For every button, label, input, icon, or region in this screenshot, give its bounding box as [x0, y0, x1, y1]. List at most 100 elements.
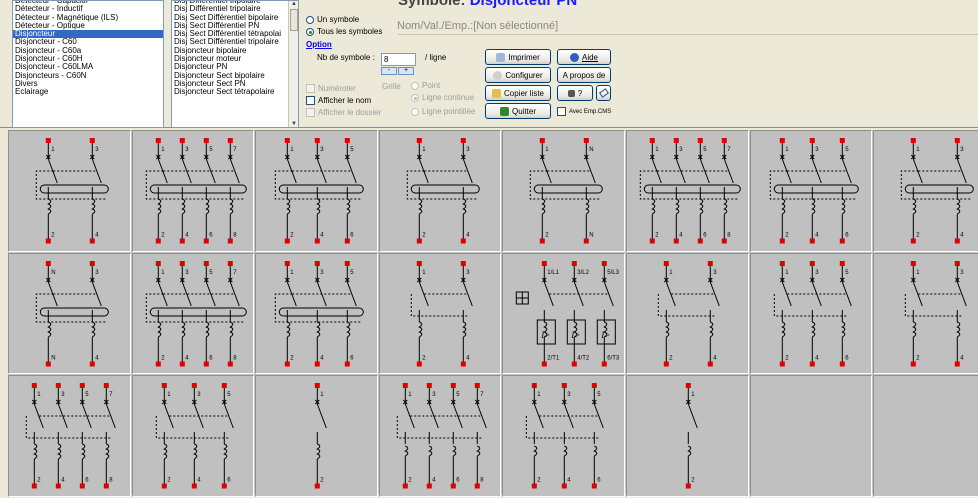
category-item[interactable]: Disjoncteur — [13, 30, 163, 39]
symbol-cell[interactable]: 1 2 3 4 — [8, 130, 131, 252]
symbol-cell[interactable]: N N 3 4 — [8, 252, 131, 374]
category-item[interactable]: Détecteur - Inductif — [13, 5, 163, 13]
check-numeroter[interactable]: Numéroter — [306, 84, 356, 93]
scroll-thumb[interactable] — [290, 9, 298, 31]
radio-ligne-continue[interactable]: Ligne continue — [411, 93, 474, 102]
symbol-type-item[interactable]: Disj Sect Différentiel tétrapolai — [172, 30, 298, 38]
breaker-symbol: 1 2 3 4 5 6 7 8 — [25, 383, 116, 489]
terminal-label: 6 — [350, 232, 354, 238]
symbol-cell[interactable]: 1 2 3 4 — [378, 252, 502, 374]
category-item[interactable]: Disjoncteur - C60a — [13, 47, 163, 55]
category-listbox[interactable]: Détecteur - Capacitif Détecteur - Inducti… — [12, 0, 164, 128]
configurer-button[interactable]: Configurer — [485, 67, 551, 83]
terminal-label: 2 — [408, 477, 412, 483]
terminal-label: 1 — [422, 270, 426, 276]
scroll-down-icon[interactable]: ▼ — [290, 121, 298, 127]
terminal-label: 1 — [916, 270, 920, 276]
terminal-label: 1 — [691, 392, 695, 398]
symbol-type-item[interactable]: Disjoncteur bipolaire — [172, 47, 298, 55]
symbol-cell[interactable]: 1 2 3 4 — [873, 130, 978, 252]
terminal-label: 1 — [538, 392, 542, 398]
symbol-type-listbox[interactable]: Disj Différentiel tripolaire Disj Différe… — [171, 0, 299, 128]
symbol-cell[interactable]: 1/L1 2/T1 3/L2 4/T2 5/L3 6/T3 I> I> I> — [502, 252, 625, 374]
terminal-label: 5 — [85, 392, 89, 398]
category-item[interactable]: Disjoncteur - C60H — [13, 55, 163, 63]
radio-icon — [306, 27, 314, 36]
symbol-type-item[interactable]: Disjoncteur Sect PN — [172, 80, 298, 88]
checkbox-icon — [306, 84, 315, 93]
symbol-cell[interactable]: 1 2 3 4 5 6 — [255, 252, 378, 374]
terminal-label: 8 — [233, 355, 237, 361]
symbol-cell[interactable]: 12 — [255, 375, 378, 497]
terminal-label: 2 — [37, 477, 41, 483]
symbol-cell[interactable]: 1 2 3 4 5 6 7 8 — [626, 130, 749, 252]
terminal-label: 6 — [209, 355, 213, 361]
terminal-label: 2 — [290, 355, 294, 361]
symbol-cell[interactable]: 1 2 3 4 5 6 — [131, 375, 255, 497]
symbol-cell[interactable]: 1 2 3 4 5 6 7 8 — [131, 130, 255, 252]
symbol-cell[interactable]: 1 2 3 4 5 6 — [749, 252, 873, 374]
breaker-symbol: 1 2 3 4 5 6 — [155, 383, 234, 489]
symbol-cell[interactable]: 1 2 3 4 — [873, 252, 978, 374]
check-avec-emp[interactable]: Avec Emp.CMS — [557, 107, 611, 116]
symbol-cell[interactable]: 1 2 3 4 5 6 7 8 — [131, 252, 255, 374]
radio-ligne-pointillee[interactable]: Ligne pointillée — [411, 107, 475, 116]
terminal-label: 2 — [167, 477, 171, 483]
erase-button[interactable] — [596, 85, 611, 101]
symbol-type-item[interactable]: Disj Différentiel tripolaire — [172, 5, 298, 13]
scroll-up-icon[interactable]: ▲ — [290, 1, 298, 7]
copier-liste-button[interactable]: Copier liste — [485, 85, 551, 101]
symbol-cell[interactable]: 12 — [626, 375, 749, 497]
terminal-label: 2 — [161, 232, 165, 238]
terminal-label: 3 — [185, 147, 189, 153]
check-afficher-dossier[interactable]: Afficher le dossier — [306, 108, 381, 117]
terminal-label: 5/L3 — [608, 270, 620, 276]
terminal-label: 8 — [480, 477, 484, 483]
quitter-button[interactable]: Quitter — [485, 103, 551, 119]
symbol-type-item[interactable]: Disjoncteur moteur — [172, 55, 298, 63]
spin-down-button[interactable]: - — [381, 67, 397, 75]
radio-un-symbole[interactable]: Un symbole — [306, 15, 359, 24]
radio-point[interactable]: Point — [411, 81, 440, 90]
symbol-type-item[interactable]: Disj Sect Différentiel bipolaire — [172, 14, 298, 22]
symbol-cell[interactable]: 1 2 N N — [502, 130, 625, 252]
symbol-cell[interactable]: 1 2 3 4 — [378, 130, 502, 252]
apropos-button[interactable]: A propos de — [557, 67, 611, 83]
category-item[interactable]: Détecteur - Optique — [13, 22, 163, 30]
terminal-label: 5 — [703, 147, 707, 153]
category-item[interactable]: Disjoncteur - C60LMA — [13, 63, 163, 71]
category-item[interactable]: Détecteur - Magnétique (ILS) — [13, 14, 163, 22]
category-item[interactable]: Disjoncteur - C60 — [13, 38, 163, 46]
aide-button[interactable]: Aide — [557, 49, 611, 65]
check-afficher-nom[interactable]: Afficher le nom — [306, 96, 371, 105]
symbol-cell[interactable]: 1 2 3 4 5 6 — [749, 130, 873, 252]
listbox-scrollbar[interactable]: ▲ ▼ — [288, 1, 298, 127]
terminal-label: 5 — [598, 392, 602, 398]
spin-up-button[interactable]: + — [398, 67, 414, 75]
symbol-type-item[interactable]: Disj Sect Différentiel PN — [172, 22, 298, 30]
imprimer-button[interactable]: Imprimer — [485, 49, 551, 65]
terminal-label: 2 — [669, 355, 673, 361]
category-item[interactable]: Eclairage — [13, 88, 163, 96]
symbol-type-item[interactable]: Disjoncteur Sect bipolaire — [172, 72, 298, 80]
symbol-cell[interactable]: 1 2 3 4 — [626, 252, 749, 374]
printer-icon — [496, 52, 506, 62]
symbol-type-item[interactable]: Disjoncteur Sect tétrapolaire — [172, 88, 298, 96]
symbol-type-item[interactable]: Disj Sect Différentiel tripolaire — [172, 38, 298, 46]
symbol-cell[interactable]: 1 2 3 4 5 6 — [502, 375, 625, 497]
symbol-type-item[interactable]: Disjoncteur PN — [172, 63, 298, 71]
category-item[interactable]: Divers — [13, 80, 163, 88]
terminal-label: 3 — [960, 147, 964, 153]
nb-symbole-input[interactable]: 8 — [381, 53, 416, 66]
radio-tous-symboles[interactable]: Tous les symboles — [306, 27, 382, 36]
terminal-label: 1 — [669, 270, 673, 276]
symbol-cell[interactable]: 1 2 3 4 5 6 7 8 — [378, 375, 502, 497]
category-item[interactable]: Disjoncteurs - C60N — [13, 72, 163, 80]
terminal-label: 5 — [209, 147, 213, 153]
symbol-cell[interactable]: 1 2 3 4 5 6 — [255, 130, 378, 252]
whats-this-button[interactable]: ? — [557, 85, 593, 101]
symbol-cell[interactable]: 1 2 3 4 5 6 7 8 — [8, 375, 131, 497]
terminal-label: 4 — [466, 232, 470, 238]
breaker-symbol: 1 2 3 4 5 6 — [274, 138, 364, 244]
terminal-label: 2 — [422, 355, 426, 361]
